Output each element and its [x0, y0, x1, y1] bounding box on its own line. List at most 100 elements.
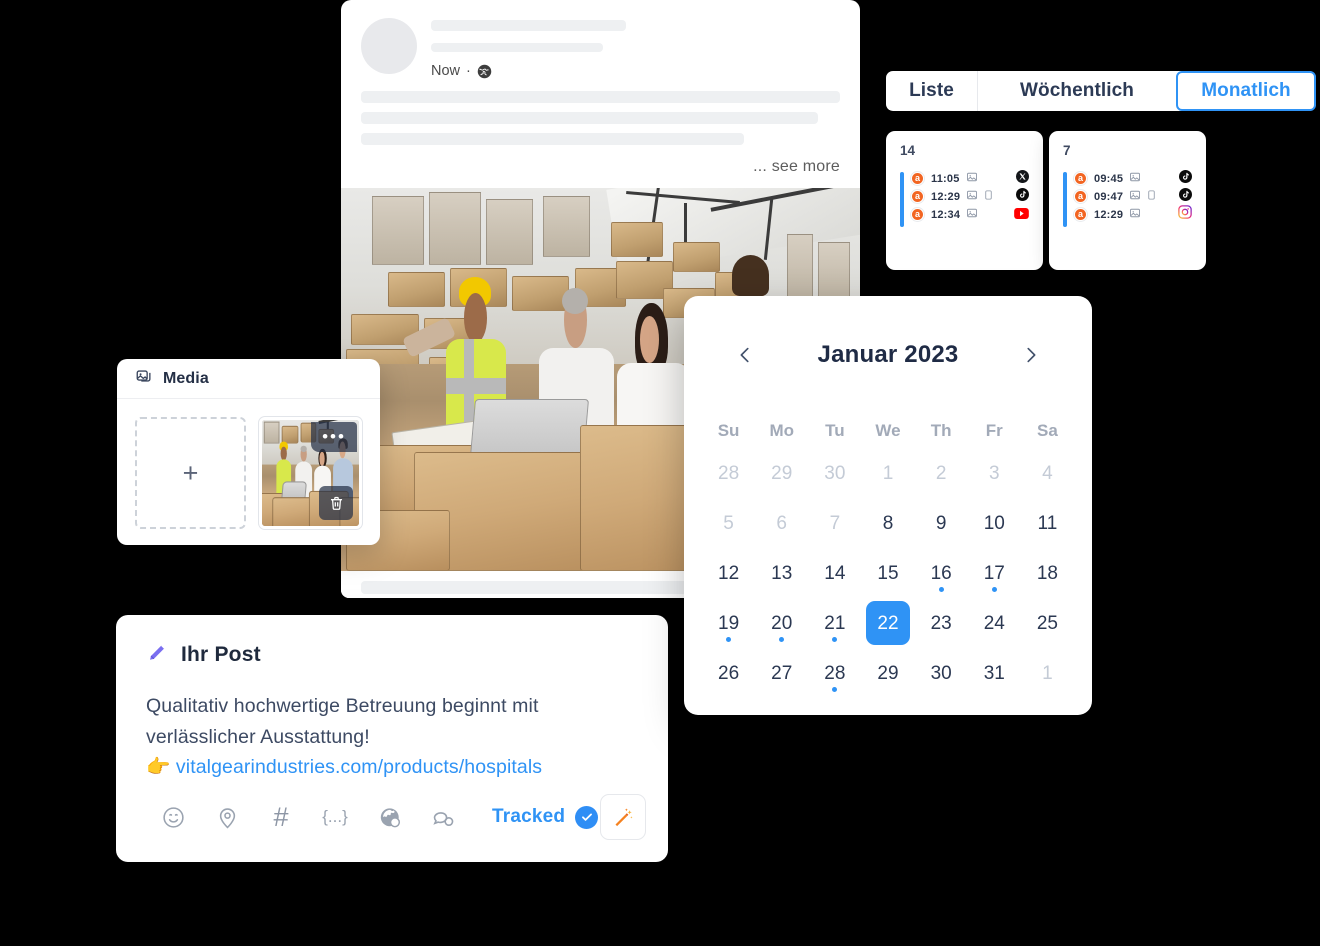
chevron-right-icon[interactable] — [1016, 340, 1046, 370]
calendar-day-number: 2 — [935, 462, 947, 484]
calendar-day[interactable]: 30 — [808, 448, 861, 498]
calendar-day-number: 4 — [1042, 462, 1053, 484]
calendar-day[interactable]: 5 — [702, 498, 755, 548]
calendar-day[interactable]: 31 — [968, 648, 1021, 698]
tab-liste[interactable]: Liste — [886, 71, 977, 111]
calendar-day-number: 17 — [983, 562, 1005, 584]
schedule-event-row[interactable]: a 09:47 — [1074, 187, 1192, 206]
author-name-placeholder — [431, 20, 626, 31]
location-pin-icon[interactable] — [200, 798, 254, 836]
calendar-day[interactable]: 4 — [1021, 448, 1074, 498]
pencil-icon — [146, 641, 169, 669]
instagram-icon — [1178, 205, 1192, 224]
calendar-day-event-dot — [991, 587, 997, 592]
calendar-dow-tu: Tu — [825, 421, 845, 440]
calendar-dow-we: We — [875, 421, 901, 440]
comment-icon[interactable] — [416, 798, 470, 836]
composer-text-line-1: Qualitativ hochwertige Betreuung beginnt… — [146, 695, 539, 717]
calendar-day[interactable]: 17 — [968, 548, 1021, 598]
tab-woechentlich[interactable]: Wöchentlich — [977, 71, 1176, 111]
day-events: a 11:05 a 12:29 a 12:34 — [900, 169, 1029, 227]
calendar-day[interactable]: 6 — [755, 498, 808, 548]
globe-icon[interactable] — [362, 798, 416, 836]
calendar-day[interactable]: 24 — [968, 598, 1021, 648]
calendar-day[interactable]: 1 — [861, 448, 914, 498]
schedule-day-card[interactable]: 14 a 11:05 a 12:29 a 12:34 — [886, 131, 1043, 270]
event-time: 12:34 — [931, 208, 961, 221]
thumbnail-delete-button[interactable] — [319, 486, 353, 520]
schedule-event-row[interactable]: a 11:05 — [911, 169, 1029, 188]
calendar-day-number: 25 — [1036, 612, 1058, 634]
schedule-event-row[interactable]: a 12:29 — [1074, 205, 1192, 224]
schedule-event-row[interactable]: a 09:45 — [1074, 169, 1192, 188]
calendar-day-number: 9 — [935, 512, 947, 534]
calendar-day-number: 21 — [824, 612, 846, 634]
emoji-icon[interactable] — [146, 798, 200, 836]
calendar-day[interactable]: 15 — [861, 548, 914, 598]
calendar-title: Januar 2023 — [817, 341, 959, 368]
calendar-day[interactable]: 16 — [915, 548, 968, 598]
calendar-day-number: 8 — [882, 512, 894, 534]
calendar-day[interactable]: 11 — [1021, 498, 1074, 548]
calendar-day-number: 12 — [718, 562, 740, 584]
calendar-day-number: 31 — [983, 662, 1005, 684]
calendar-day-number: 23 — [930, 612, 952, 634]
composer-link[interactable]: vitalgearindustries.com/products/hospita… — [176, 756, 542, 778]
author-handle-placeholder — [431, 43, 603, 52]
calendar-day[interactable]: 21 — [808, 598, 861, 648]
calendar-day-number: 5 — [723, 512, 734, 534]
calendar-day-number: 1 — [882, 462, 894, 484]
image-icon — [1129, 170, 1141, 188]
calendar-day[interactable]: 28 — [702, 448, 755, 498]
calendar-day-number: 27 — [771, 662, 793, 684]
calendar-day[interactable]: 29 — [861, 648, 914, 698]
add-media-button[interactable]: + — [135, 417, 246, 529]
account-avatar: a — [1074, 172, 1087, 185]
calendar-day[interactable]: 23 — [915, 598, 968, 648]
variable-icon[interactable]: {...} — [308, 798, 362, 836]
composer-text-area[interactable]: Qualitativ hochwertige Betreuung beginnt… — [146, 691, 638, 783]
calendar-grid: Su Mo Tu We Th Fr Sa 28 29 30 1 2 3 4 5 6 7 8 9 10 11 12 13 14 1… — [702, 414, 1074, 698]
media-card: Media + ••• — [117, 359, 380, 545]
schedule-day-card[interactable]: 7 a 09:45 a 09:47 a 12:29 — [1049, 131, 1206, 270]
schedule-event-row[interactable]: a 12:29 — [911, 187, 1029, 206]
tracked-status[interactable]: Tracked — [492, 805, 599, 829]
calendar-day[interactable]: 2 — [915, 448, 968, 498]
calendar-day[interactable]: 13 — [755, 548, 808, 598]
tab-monatlich[interactable]: Monatlich — [1176, 71, 1316, 111]
see-more-link[interactable]: ... see more — [341, 154, 860, 188]
calendar-day[interactable]: 28 — [808, 648, 861, 698]
post-preview-header: Now · — [341, 0, 860, 79]
calendar-day[interactable]: 18 — [1021, 548, 1074, 598]
calendar-day-number: 3 — [988, 462, 1000, 484]
calendar-day-event-dot — [832, 687, 838, 692]
calendar-day[interactable]: 8 — [861, 498, 914, 548]
calendar-day[interactable]: 7 — [808, 498, 861, 548]
magic-wand-button[interactable] — [600, 794, 646, 840]
calendar-day[interactable]: 22 — [861, 598, 914, 648]
image-icon — [1129, 188, 1141, 206]
calendar-day[interactable]: 26 — [702, 648, 755, 698]
calendar-day[interactable]: 10 — [968, 498, 1021, 548]
chevron-left-icon[interactable] — [730, 340, 760, 370]
calendar-day[interactable]: 14 — [808, 548, 861, 598]
calendar-day[interactable]: 27 — [755, 648, 808, 698]
thumbnail-more-button[interactable]: ••• — [311, 422, 357, 452]
tiktok-icon — [1016, 187, 1029, 206]
media-thumbnail[interactable]: ••• — [258, 417, 362, 529]
calendar-day[interactable]: 9 — [915, 498, 968, 548]
schedule-event-row[interactable]: a 12:34 — [911, 206, 1029, 223]
calendar-day[interactable]: 29 — [755, 448, 808, 498]
calendar-day[interactable]: 25 — [1021, 598, 1074, 648]
calendar-day[interactable]: 30 — [915, 648, 968, 698]
hashtag-icon[interactable]: # — [254, 798, 308, 836]
post-body-placeholder — [341, 79, 860, 145]
calendar-day[interactable]: 20 — [755, 598, 808, 648]
calendar-day[interactable]: 12 — [702, 548, 755, 598]
calendar-day[interactable]: 19 — [702, 598, 755, 648]
image-icon — [966, 170, 978, 188]
calendar-day[interactable]: 3 — [968, 448, 1021, 498]
day-number: 14 — [900, 143, 916, 158]
calendar-day[interactable]: 1 — [1021, 648, 1074, 698]
composer-title: Ihr Post — [181, 643, 261, 666]
